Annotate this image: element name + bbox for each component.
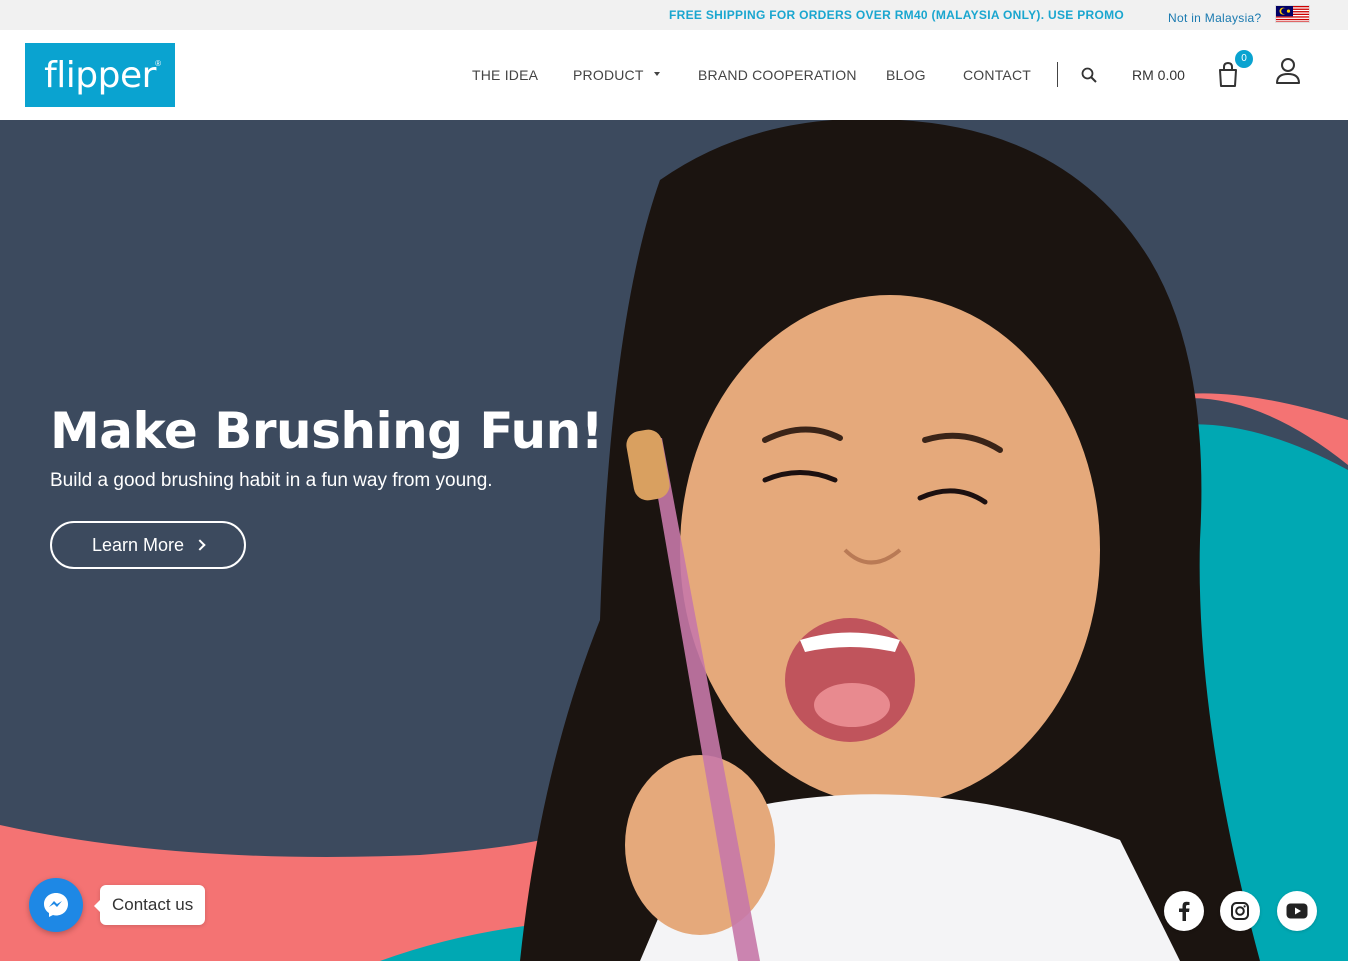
nav-the-idea[interactable]: THE IDEA (472, 67, 538, 83)
nav-brand-cooperation[interactable]: BRAND COOPERATION (698, 67, 857, 83)
instagram-icon[interactable] (1220, 891, 1260, 931)
learn-more-button[interactable]: Learn More (50, 521, 246, 569)
contact-us-bubble[interactable]: Contact us (93, 885, 206, 925)
messenger-icon[interactable] (29, 878, 83, 932)
nav-contact[interactable]: CONTACT (963, 67, 1031, 83)
search-icon[interactable] (1080, 66, 1098, 84)
nav-blog[interactable]: BLOG (886, 67, 926, 83)
nav-product[interactable]: PRODUCT (573, 67, 660, 83)
cart-count-badge: 0 (1235, 50, 1253, 68)
not-in-malaysia-link[interactable]: Not in Malaysia? (1168, 11, 1262, 25)
logo-registered-mark: ® (155, 59, 161, 68)
youtube-icon[interactable] (1277, 891, 1317, 931)
logo-text: flipper (44, 54, 156, 96)
hero-title: Make Brushing Fun! (50, 402, 604, 460)
facebook-icon[interactable] (1164, 891, 1204, 931)
hero-subtitle: Build a good brushing habit in a fun way… (50, 470, 493, 491)
nav-divider (1057, 62, 1058, 87)
site-header: flipper ® THE IDEA PRODUCT BRAND COOPERA… (0, 30, 1348, 120)
chevron-right-icon (194, 539, 206, 551)
chevron-down-icon (653, 72, 660, 77)
free-shipping-promo: FREE SHIPPING FOR ORDERS OVER RM40 (MALA… (669, 8, 1125, 22)
cart-total[interactable]: RM 0.00 (1132, 67, 1185, 83)
learn-more-label: Learn More (91, 534, 185, 555)
flipper-logo[interactable]: flipper ® (25, 43, 175, 107)
user-account-icon[interactable] (1274, 56, 1302, 86)
announcement-bar: FREE SHIPPING FOR ORDERS OVER RM40 (MALA… (0, 0, 1348, 30)
nav-product-label: PRODUCT (573, 67, 644, 83)
malaysia-flag-icon[interactable] (1275, 5, 1310, 23)
hero-banner: Make Brushing Fun! Build a good brushing… (0, 120, 1348, 961)
